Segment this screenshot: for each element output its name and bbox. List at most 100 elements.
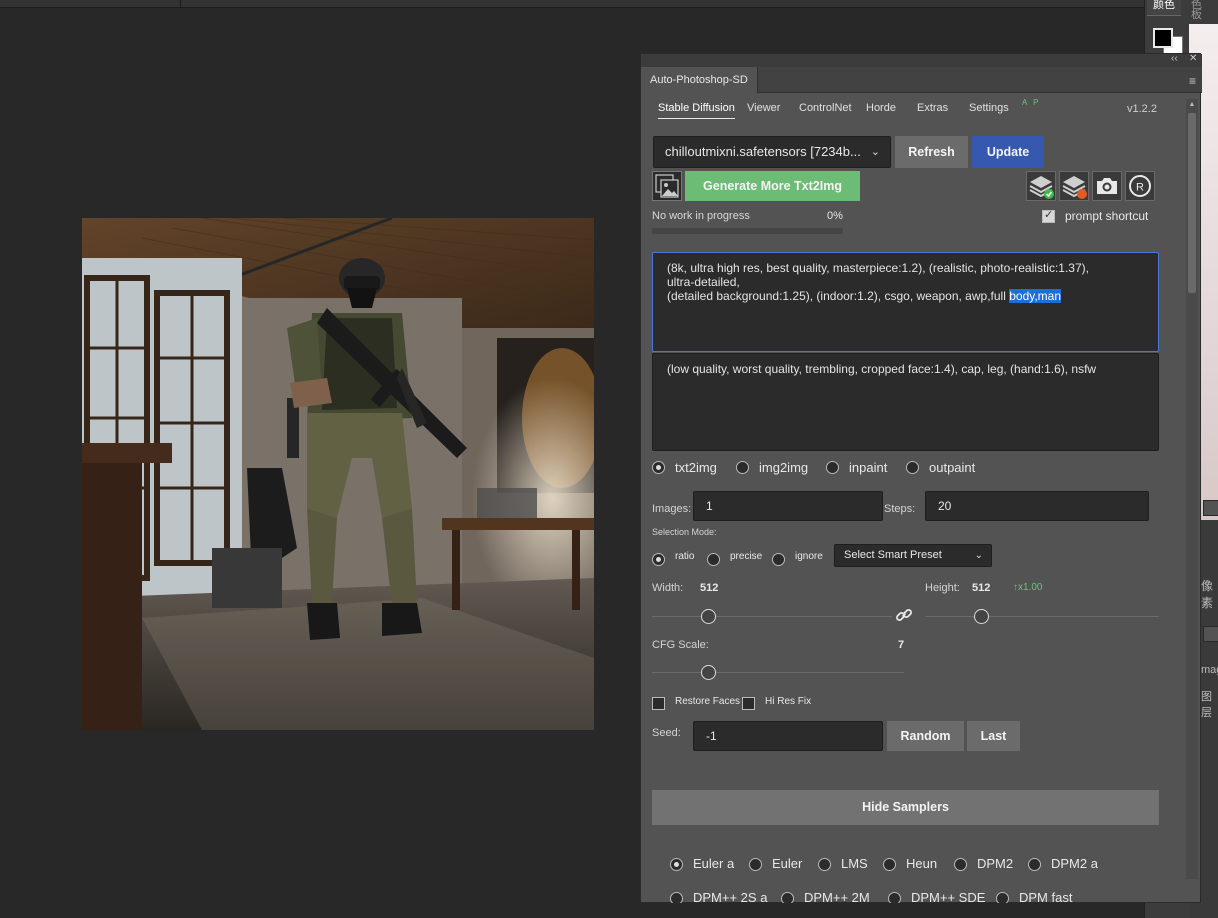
- mode-radio-txt2img[interactable]: [652, 461, 665, 474]
- scrollbar-thumb[interactable]: [1188, 113, 1196, 293]
- images-label: Images:: [652, 503, 692, 515]
- layers-remove-icon[interactable]: [1059, 171, 1089, 201]
- sampler-label-dpm2-a: DPM2 a: [1051, 856, 1098, 871]
- width-value: 512: [700, 582, 719, 594]
- generated-soldier-image: [82, 218, 594, 730]
- height-slider-track[interactable]: [925, 616, 1159, 617]
- panel-title-tab[interactable]: Auto-Photoshop-SD: [641, 67, 758, 93]
- sampler-radio-dpm-fast[interactable]: [996, 892, 1009, 903]
- prompt-line: (8k, ultra high res, best quality, maste…: [667, 261, 1089, 275]
- host-label-pixels: 像素: [1201, 579, 1214, 610]
- host-panel-control[interactable]: [1203, 500, 1218, 516]
- canvas-image[interactable]: [82, 218, 594, 730]
- height-label: Height:: [925, 582, 960, 594]
- generate-button[interactable]: Generate More Txt2Img: [685, 171, 860, 201]
- reset-icon[interactable]: R: [1125, 171, 1155, 201]
- tab-extras[interactable]: Extras: [917, 102, 948, 114]
- host-tab-swatches[interactable]: 色板: [1185, 0, 1218, 21]
- progress-percent: 0%: [827, 210, 843, 222]
- prompt-input[interactable]: (8k, ultra high res, best quality, maste…: [652, 252, 1159, 352]
- mode-radio-img2img[interactable]: [736, 461, 749, 474]
- sampler-radio-dpmpp-2s-a[interactable]: [670, 892, 683, 903]
- cfg-slider-thumb[interactable]: [701, 665, 716, 680]
- host-tab-color[interactable]: 颜色: [1147, 0, 1181, 16]
- steps-input[interactable]: 20: [925, 491, 1149, 521]
- sampler-label-dpm2: DPM2: [977, 856, 1014, 871]
- negative-prompt-text: (low quality, worst quality, trembling, …: [667, 362, 1097, 376]
- close-icon[interactable]: ✕: [1189, 53, 1197, 64]
- update-button[interactable]: Update: [972, 136, 1044, 168]
- restore-faces-checkbox[interactable]: [652, 697, 665, 710]
- panel-scrollbar[interactable]: ▲: [1186, 99, 1198, 879]
- mode-radio-inpaint[interactable]: [826, 461, 839, 474]
- ratio-indicator: ↑x1.00: [1013, 582, 1043, 593]
- hires-fix-checkbox[interactable]: [742, 697, 755, 710]
- mode-radio-outpaint[interactable]: [906, 461, 919, 474]
- sampler-radio-heun[interactable]: [883, 858, 896, 871]
- camera-icon[interactable]: [1092, 171, 1122, 201]
- width-slider-thumb[interactable]: [701, 609, 716, 624]
- sampler-label-euler: Euler: [772, 856, 803, 871]
- sampler-label-dpmpp-sde: DPM++ SDE: [911, 890, 986, 903]
- selection-label-ignore: ignore: [795, 551, 823, 562]
- prompt-shortcut-checkbox[interactable]: [1042, 208, 1055, 223]
- hide-samplers-button[interactable]: Hide Samplers: [652, 790, 1159, 825]
- sampler-radio-dpm2[interactable]: [954, 858, 967, 871]
- auto-photoshop-sd-panel: ‹‹ ✕ Auto-Photoshop-SD ≡ ▲ Stable Diffus…: [640, 53, 1202, 903]
- mode-label-outpaint: outpaint: [929, 460, 976, 475]
- last-seed-button[interactable]: Last: [967, 721, 1020, 751]
- tab-settings[interactable]: Settings: [969, 102, 1009, 114]
- tab-viewer[interactable]: Viewer: [747, 102, 780, 114]
- random-seed-button[interactable]: Random: [887, 721, 964, 751]
- foreground-color-swatch[interactable]: [1153, 28, 1173, 48]
- selection-radio-ratio[interactable]: [652, 553, 665, 566]
- smart-preset-value: Select Smart Preset: [844, 549, 942, 561]
- panel-title-bar: Auto-Photoshop-SD ≡: [641, 67, 1202, 93]
- sampler-radio-dpmpp-2m[interactable]: [781, 892, 794, 903]
- panel-tabs: Stable Diffusion Viewer ControlNet Horde…: [641, 94, 1181, 124]
- host-label-mag: mag: [1201, 664, 1218, 676]
- smart-preset-select[interactable]: Select Smart Preset ⌄: [834, 544, 992, 567]
- layers-add-icon[interactable]: [1026, 171, 1056, 201]
- sampler-radio-euler-a[interactable]: [670, 858, 683, 871]
- prompt-shortcut-label: prompt shortcut: [1065, 209, 1149, 223]
- progress-text: No work in progress: [652, 210, 750, 222]
- sampler-radio-dpm2-a[interactable]: [1028, 858, 1041, 871]
- sampler-radio-dpmpp-sde[interactable]: [888, 892, 901, 903]
- refresh-button[interactable]: Refresh: [895, 136, 968, 168]
- svg-text:R: R: [1136, 182, 1144, 194]
- scroll-up-icon[interactable]: ▲: [1186, 99, 1198, 111]
- mode-label-txt2img: txt2img: [675, 460, 717, 475]
- tab-controlnet[interactable]: ControlNet: [799, 102, 852, 114]
- images-input[interactable]: 1: [693, 491, 883, 521]
- tab-horde[interactable]: Horde: [866, 102, 896, 114]
- collapse-icon[interactable]: ‹‹: [1171, 53, 1178, 64]
- selection-radio-ignore[interactable]: [772, 553, 785, 566]
- selection-radio-precise[interactable]: [707, 553, 720, 566]
- image-icon[interactable]: [652, 171, 682, 201]
- tab-badge: A P: [1022, 98, 1041, 107]
- seed-input[interactable]: -1: [693, 721, 883, 751]
- width-slider-track[interactable]: [652, 616, 892, 617]
- cfg-slider-track[interactable]: [652, 672, 904, 673]
- host-panel-control[interactable]: [1203, 626, 1218, 642]
- selection-mode-label: Selection Mode:: [652, 527, 717, 537]
- link-icon[interactable]: [895, 606, 913, 624]
- sampler-label-lms: LMS: [841, 856, 868, 871]
- mode-label-inpaint: inpaint: [849, 460, 888, 475]
- panel-menu-icon[interactable]: ≡: [1189, 74, 1196, 88]
- sampler-radio-euler[interactable]: [749, 858, 762, 871]
- negative-prompt-input[interactable]: (low quality, worst quality, trembling, …: [652, 353, 1159, 451]
- tab-stable-diffusion[interactable]: Stable Diffusion: [658, 102, 735, 119]
- model-select[interactable]: chilloutmixni.safetensors [7234b... ⌄: [653, 136, 891, 168]
- sampler-row-2: DPM++ 2S a DPM++ 2M DPM++ SDE DPM fast: [641, 884, 1186, 903]
- progress-bar: [652, 228, 843, 234]
- prompt-selection: body,man: [1009, 289, 1062, 303]
- height-slider-thumb[interactable]: [974, 609, 989, 624]
- panel-top-bar: ‹‹ ✕: [641, 53, 1202, 67]
- images-value: 1: [706, 499, 713, 513]
- restore-faces-label: Restore Faces: [675, 696, 741, 707]
- steps-label: Steps:: [884, 503, 916, 515]
- sampler-radio-lms[interactable]: [818, 858, 831, 871]
- selection-label-precise: precise: [730, 551, 763, 562]
